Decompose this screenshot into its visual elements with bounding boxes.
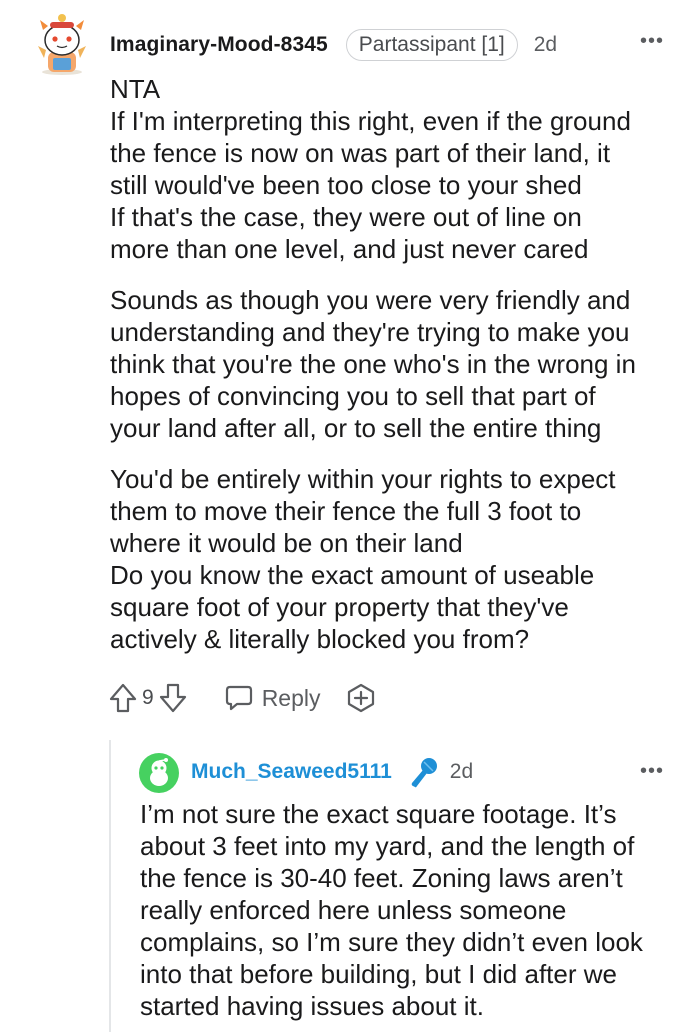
comment-text-line: your land after all, or to sell the enti… [110,413,602,443]
upvote-arrow-icon[interactable] [108,681,138,715]
microphone-icon [411,758,437,788]
comment-text-line: where it would be on their land [110,528,463,558]
comment-paragraph: Sounds as though you were very friendly … [110,284,670,444]
comment-text-line: You'd be entirely within your rights to … [110,464,616,494]
comment-text-line: more than one level, and just never care… [110,234,589,264]
comment-text-line: If I'm interpreting this right, even if … [110,106,631,136]
reply-text-line: I’m not sure the exact square footage. I… [140,799,617,829]
more-options-icon[interactable]: ••• [640,30,664,53]
comment-text-line: the fence is now on was part of their la… [110,138,611,168]
comment-text-line: Sounds as though you were very friendly … [110,285,631,315]
reply-text-line: started having issues about it. [140,991,484,1021]
comment-text-line: actively & literally blocked you from? [110,624,530,654]
reply-author-row: Much_Seaweed5111 2d [191,754,473,790]
speech-bubble-icon [225,685,252,711]
downvote-arrow-icon[interactable] [158,681,188,715]
comment-text-line: think that you're the one who's in the w… [110,349,636,379]
reply-text-line: complains, so I’m sure they didn’t even … [140,927,643,957]
comment-timestamp: 2d [533,33,558,56]
reply-thread-line [109,740,111,1032]
comment-text-line: If that's the case, they were out of lin… [110,202,582,232]
reply-username[interactable]: Much_Seaweed5111 [191,760,392,784]
reply-user-avatar[interactable] [139,753,179,793]
comment-text-line: them to move their fence the full 3 foot… [110,496,582,526]
reply-button[interactable]: Reply [224,683,321,713]
reply-timestamp: 2d [449,760,474,783]
user-flair-badge: Partassipant [1] [345,29,518,61]
comment-text-line: Do you know the exact amount of useable [110,560,595,590]
vote-score: 9 [142,686,154,709]
comment-text-line: understanding and they're trying to make… [110,317,630,347]
reply-text-line: about 3 feet into my yard, and the lengt… [140,831,635,861]
comment-username[interactable]: Imaginary-Mood-8345 [110,33,328,57]
comment-text-line: square foot of your property that they'v… [110,592,569,622]
reply-text-line: really enforced here unless someone [140,895,567,925]
reply-text-line: into that before building, but I did aft… [140,959,617,989]
comment-author-row: Imaginary-Mood-8345 Partassipant [1] 2d [110,26,557,64]
reply-body: I’m not sure the exact square footage. I… [140,798,680,1022]
comment-body: NTA If I'm interpreting this right, even … [110,73,670,674]
comment-paragraph: You'd be entirely within your rights to … [110,463,670,655]
reply-text-line: the fence is 30-40 feet. Zoning laws are… [140,863,623,893]
comment-thread: Imaginary-Mood-8345 Partassipant [1] 2d … [0,0,700,1032]
comment-text-line: still would've been too close to your sh… [110,170,582,200]
reply-more-options-icon[interactable]: ••• [640,760,664,783]
comment-actions: 9 Reply [108,680,377,716]
comment-text-line: NTA [110,74,161,104]
plus-circle-award-icon[interactable] [345,682,377,714]
comment-text-line: hopes of convincing you to sell that par… [110,381,596,411]
user-avatar[interactable] [34,12,90,76]
comment-paragraph: NTA If I'm interpreting this right, even … [110,73,670,265]
reply-button-label: Reply [261,684,321,711]
